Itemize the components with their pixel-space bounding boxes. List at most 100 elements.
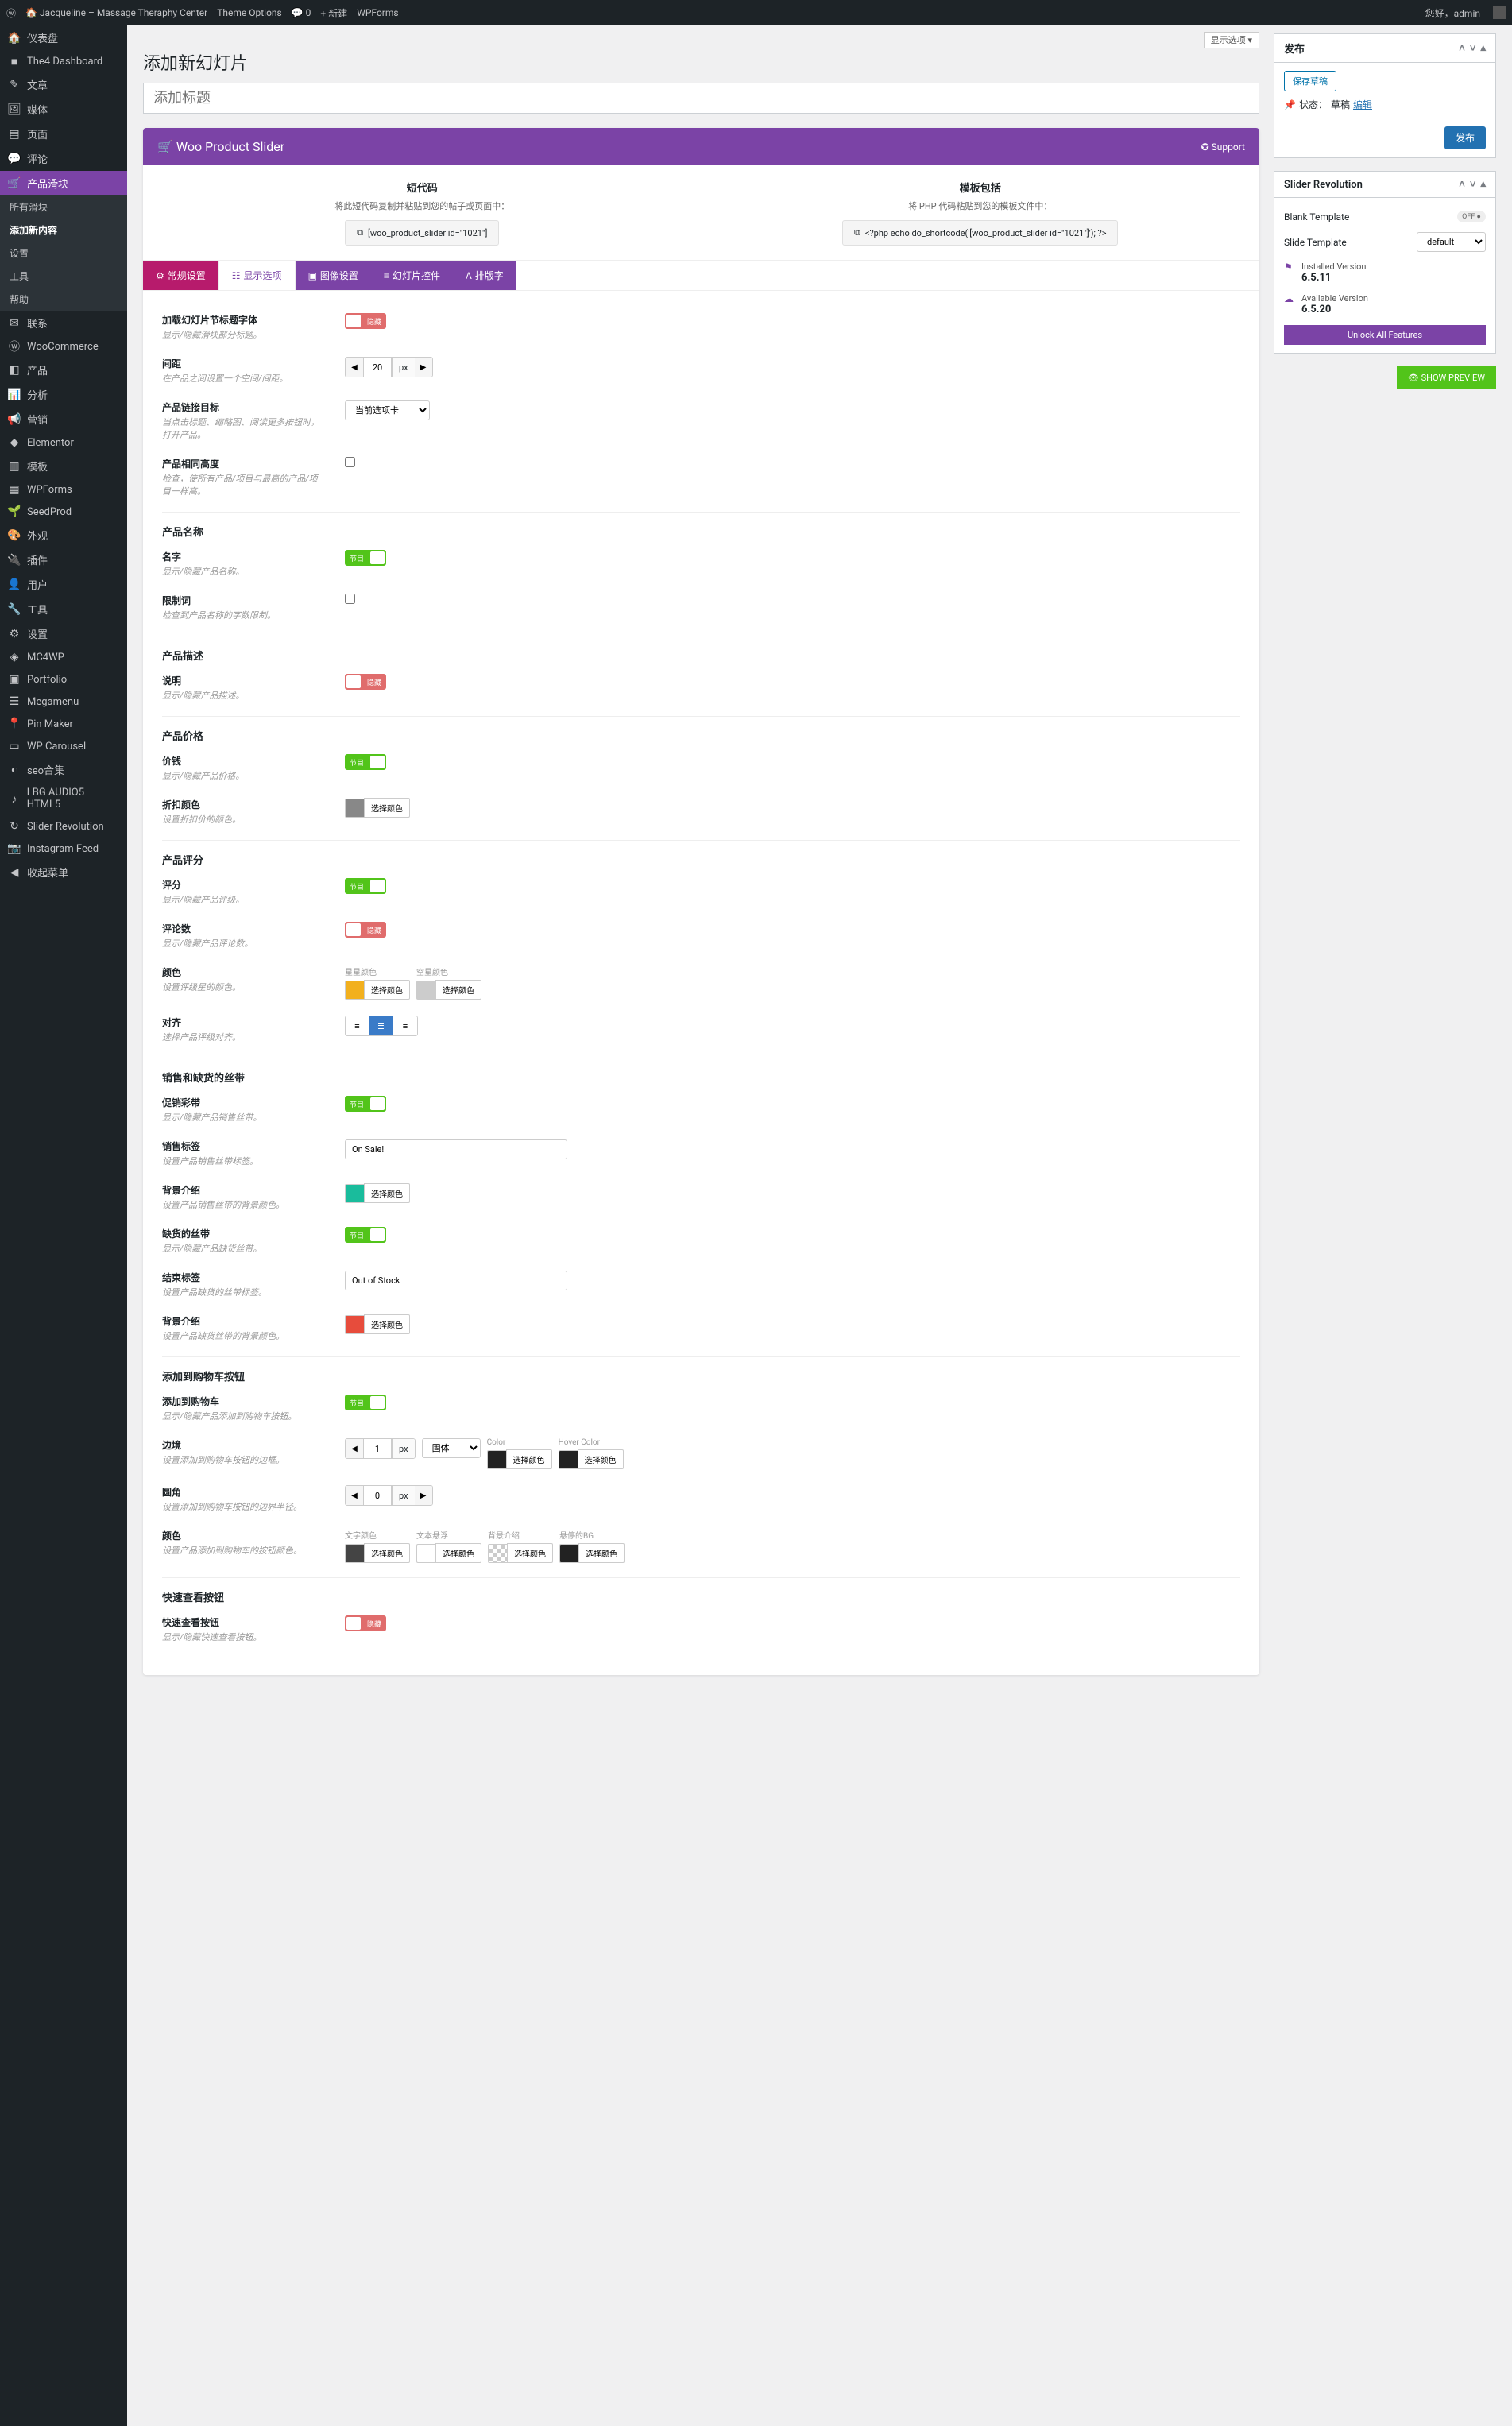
input-sale-label[interactable]	[345, 1139, 567, 1159]
sidebar-item-28[interactable]: ↻Slider Revolution	[0, 815, 127, 838]
wp-logo-icon[interactable]: ⓦ	[6, 6, 16, 20]
swatch-oos-bg[interactable]	[345, 1315, 364, 1334]
align-left[interactable]: ≡	[346, 1016, 369, 1035]
sidebar-item-22[interactable]: ▣Portfolio	[0, 668, 127, 691]
pick-btn-bg[interactable]: 选择颜色	[507, 1543, 553, 1563]
swatch-border[interactable]	[487, 1450, 506, 1469]
toggle-icon[interactable]: ▴	[1480, 178, 1486, 191]
border-input[interactable]	[363, 1439, 392, 1458]
swatch-star[interactable]	[345, 981, 364, 1000]
select-link-target[interactable]: 当前选项卡	[345, 400, 430, 420]
checkbox-same-height[interactable]	[345, 457, 355, 467]
toggle-oos-ribbon[interactable]: 节目	[345, 1227, 386, 1243]
sidebar-item-19[interactable]: 🔧工具	[0, 597, 127, 621]
toggle-sale-ribbon[interactable]: 节目	[345, 1096, 386, 1112]
radius-decr[interactable]: ◀	[346, 1486, 363, 1505]
swatch-discount[interactable]	[345, 799, 364, 818]
align-right[interactable]: ≡	[393, 1016, 417, 1035]
submenu-item-4[interactable]: 帮助	[0, 288, 127, 311]
pick-border[interactable]: 选择颜色	[506, 1449, 552, 1469]
sidebar-item-0[interactable]: 🏠仪表盘	[0, 25, 127, 50]
publish-button[interactable]: 发布	[1444, 126, 1486, 149]
screen-options-toggle[interactable]: 显示选项 ▾	[1204, 32, 1259, 48]
sidebar-item-4[interactable]: ▤页面	[0, 122, 127, 146]
swatch-empty-star[interactable]	[416, 981, 435, 1000]
avatar[interactable]	[1493, 6, 1506, 19]
sidebar-item-3[interactable]: 🖼媒体	[0, 97, 127, 122]
template-copy[interactable]: ⧉ <?php echo do_shortcode('[woo_product_…	[842, 220, 1118, 246]
up-icon[interactable]: ˄	[1459, 42, 1465, 55]
tab-controls[interactable]: ≡ 幻灯片控件	[371, 261, 453, 290]
toggle-add-cart[interactable]: 节目	[345, 1395, 386, 1410]
submenu-item-0[interactable]: 所有滑块	[0, 195, 127, 219]
toggle-review-count[interactable]: 隐藏	[345, 922, 386, 938]
site-link[interactable]: 🏠 Jacqueline – Massage Theraphy Center	[25, 7, 207, 18]
swatch-btn-text[interactable]	[345, 1544, 364, 1563]
pick-btn-text[interactable]: 选择颜色	[364, 1543, 410, 1563]
sidebar-item-16[interactable]: 🎨外观	[0, 523, 127, 547]
sidebar-item-2[interactable]: ✎文章	[0, 72, 127, 97]
tab-general[interactable]: ⚙ 常规设置	[143, 261, 218, 290]
sidebar-item-1[interactable]: ■The4 Dashboard	[0, 50, 127, 72]
align-center[interactable]: ≣	[369, 1016, 393, 1035]
swatch-btn-bg[interactable]	[488, 1544, 507, 1563]
swatch-border-hover[interactable]	[559, 1450, 578, 1469]
sidebar-item-20[interactable]: ⚙设置	[0, 621, 127, 646]
comments-link[interactable]: 💬 0	[292, 7, 311, 18]
toggle-desc[interactable]: 隐藏	[345, 674, 386, 690]
pick-border-hover[interactable]: 选择颜色	[578, 1449, 624, 1469]
swatch-sale-bg[interactable]	[345, 1184, 364, 1203]
show-preview-button[interactable]: 👁 SHOW PREVIEW	[1397, 366, 1496, 389]
save-draft-button[interactable]: 保存草稿	[1284, 71, 1336, 91]
swatch-btn-bg-hover[interactable]	[559, 1544, 578, 1563]
submenu-item-3[interactable]: 工具	[0, 265, 127, 288]
sidebar-item-9[interactable]: ◧产品	[0, 358, 127, 382]
radius-incr[interactable]: ▶	[415, 1486, 432, 1505]
radius-input[interactable]	[363, 1486, 392, 1505]
edit-status-link[interactable]: 编辑	[1353, 98, 1372, 111]
up-icon[interactable]: ˄	[1459, 178, 1465, 191]
sidebar-item-10[interactable]: 📊分析	[0, 382, 127, 407]
input-oos-label[interactable]	[345, 1271, 567, 1290]
border-decr[interactable]: ◀	[346, 1439, 363, 1458]
sidebar-item-26[interactable]: ◐seo合集	[0, 757, 127, 782]
sidebar-item-13[interactable]: ▥模板	[0, 454, 127, 478]
toggle-icon[interactable]: ▴	[1480, 42, 1486, 55]
slide-template-select[interactable]: default	[1417, 232, 1486, 252]
sidebar-item-21[interactable]: ◈MC4WP	[0, 646, 127, 668]
toggle-rating[interactable]: 节目	[345, 878, 386, 894]
sidebar-item-30[interactable]: ◀收起菜单	[0, 860, 127, 884]
gap-input[interactable]	[363, 358, 392, 377]
toggle-section-title[interactable]: 隐藏	[345, 313, 386, 329]
greeting-link[interactable]: 您好，admin	[1425, 6, 1480, 20]
pick-btn-text-hover[interactable]: 选择颜色	[435, 1543, 481, 1563]
tab-image[interactable]: ▣ 图像设置	[296, 261, 371, 290]
new-link[interactable]: + 新建	[320, 6, 347, 20]
pick-discount[interactable]: 选择颜色	[364, 798, 410, 818]
wpforms-link[interactable]: WPForms	[357, 7, 398, 18]
sidebar-item-25[interactable]: ▭WP Carousel	[0, 735, 127, 757]
unlock-button[interactable]: Unlock All Features	[1284, 325, 1486, 345]
toggle-quick-view[interactable]: 隐藏	[345, 1615, 386, 1631]
blank-template-toggle[interactable]: OFF ●	[1457, 211, 1486, 222]
sidebar-item-23[interactable]: ☰Megamenu	[0, 691, 127, 713]
sidebar-item-15[interactable]: 🌱SeedProd	[0, 501, 127, 523]
sidebar-item-14[interactable]: ▦WPForms	[0, 478, 127, 501]
post-title-input[interactable]	[143, 83, 1259, 114]
tab-typo[interactable]: A 排版字	[453, 261, 516, 290]
shortcode-copy[interactable]: ⧉ [woo_product_slider id="1021"]	[345, 220, 499, 246]
pick-btn-bg-hover[interactable]: 选择颜色	[578, 1543, 625, 1563]
pick-star[interactable]: 选择颜色	[364, 980, 410, 1000]
sidebar-item-5[interactable]: 💬评论	[0, 146, 127, 171]
tab-display[interactable]: ☷ 显示选项	[218, 261, 296, 290]
pick-empty-star[interactable]: 选择颜色	[435, 980, 481, 1000]
down-icon[interactable]: ˅	[1470, 42, 1476, 55]
sidebar-item-12[interactable]: ◆Elementor	[0, 431, 127, 454]
gap-decr[interactable]: ◀	[346, 358, 363, 377]
sidebar-item-18[interactable]: 👤用户	[0, 572, 127, 597]
sidebar-item-7[interactable]: ✉联系	[0, 311, 127, 335]
sidebar-item-27[interactable]: ♪LBG AUDIO5 HTML5	[0, 782, 127, 815]
pick-sale-bg[interactable]: 选择颜色	[364, 1183, 410, 1203]
toggle-name[interactable]: 节目	[345, 550, 386, 566]
down-icon[interactable]: ˅	[1470, 178, 1476, 191]
